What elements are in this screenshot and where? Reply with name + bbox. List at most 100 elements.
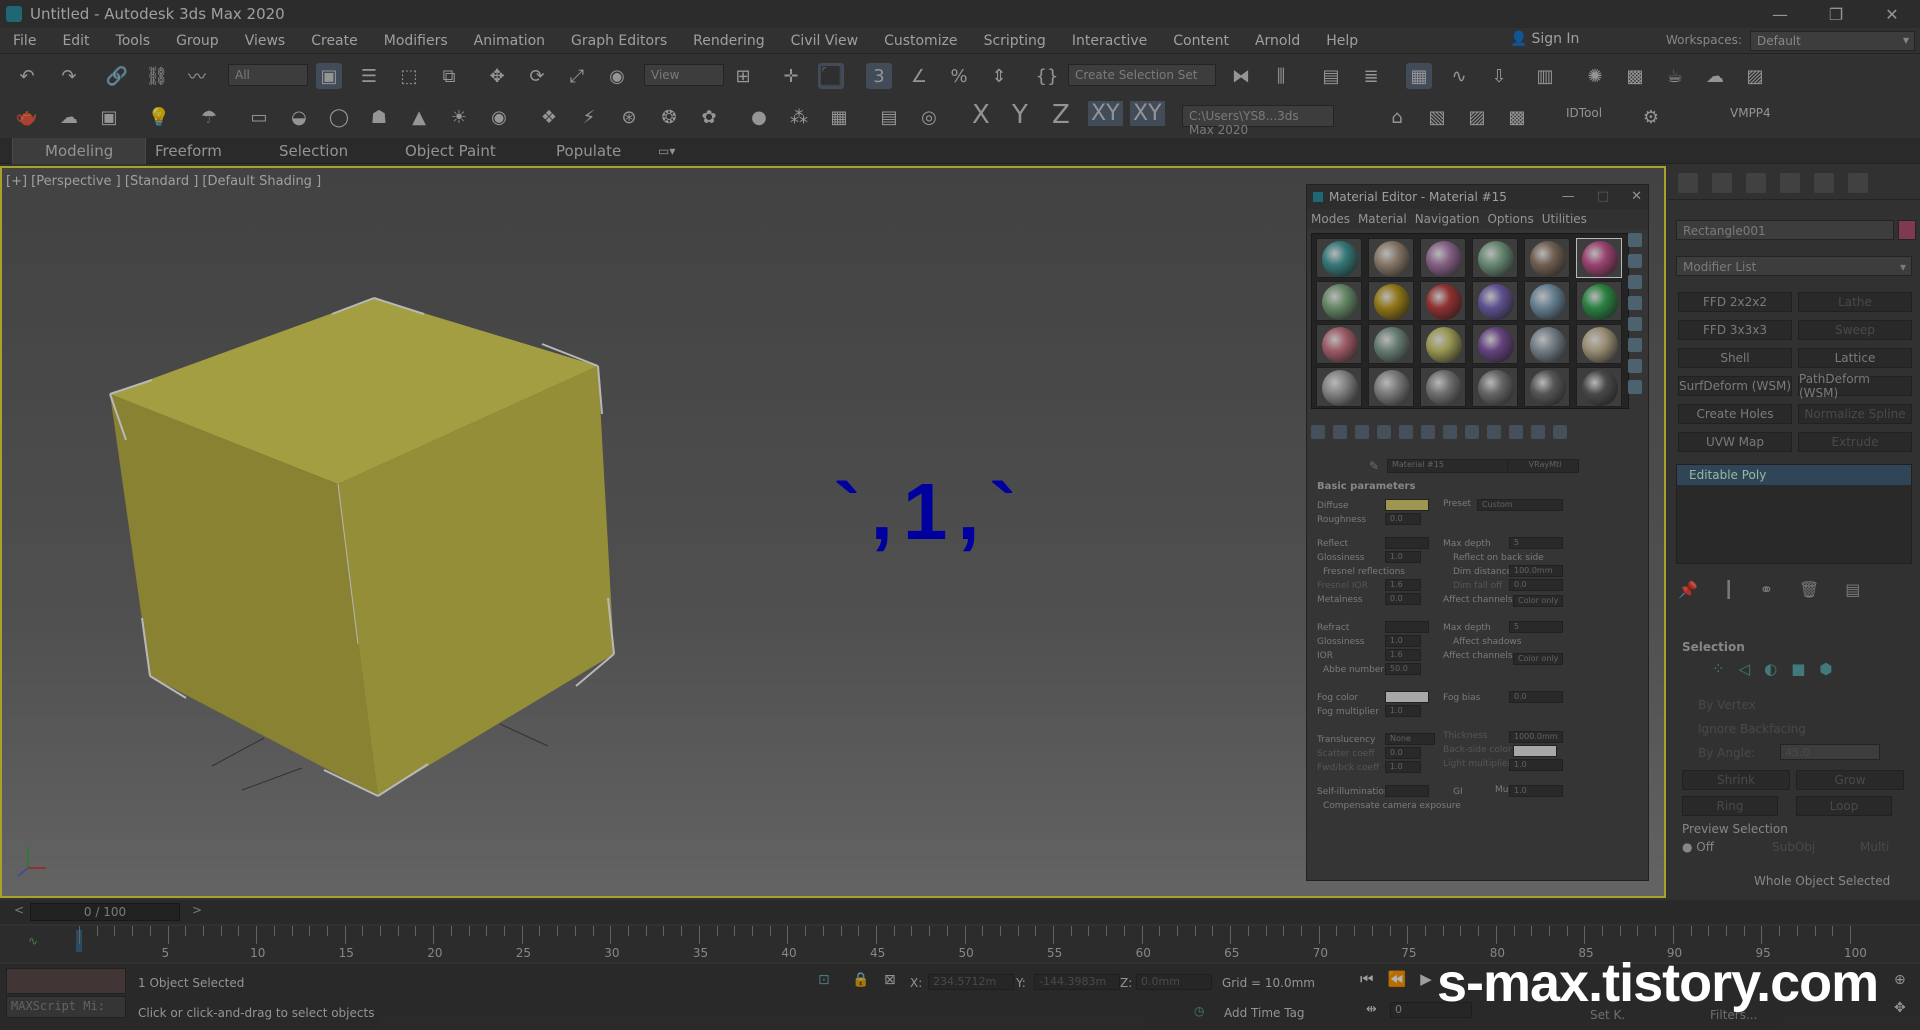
by-angle-field[interactable]: 45.0 [1780,744,1880,760]
reset-map-icon[interactable] [1377,425,1391,439]
material-name-field[interactable]: Material #15 [1387,459,1527,473]
absolute-mode-transform-icon[interactable]: ⊠ [884,972,896,988]
light-bulb-icon[interactable]: 💡 [146,104,172,130]
surfdeform-wsm-button[interactable]: SurfDeform (WSM) [1678,376,1792,396]
material-sample-slot[interactable] [1368,281,1414,321]
material-sample-slot[interactable] [1316,367,1362,407]
material-sample-slot[interactable] [1576,238,1622,278]
lattice-button[interactable]: Lattice [1798,348,1912,368]
time-slider-thumb[interactable]: 0 / 100 [30,903,180,921]
menu-views[interactable]: Views [232,33,299,49]
refract-glossiness-field[interactable]: 1.0 [1385,635,1421,647]
by-angle-checkbox[interactable]: By Angle: [1698,746,1755,760]
select-manipulate-icon[interactable]: ✛ [778,63,804,89]
ior-field[interactable]: 1.6 [1385,649,1421,661]
reflect-back-side-checkbox[interactable]: Reflect on back side [1453,553,1544,563]
maxscript-listener-top[interactable] [6,968,126,994]
abbe-number-field[interactable]: 50.0 [1385,663,1421,675]
eyedropper-icon[interactable]: ✎ [1369,459,1379,473]
minimize-button[interactable]: — [1752,0,1808,28]
project-folder-icon[interactable]: ⌂ [1384,104,1410,130]
options-icon[interactable] [1628,359,1642,373]
menu-rendering[interactable]: Rendering [680,33,778,49]
material-sample-slot[interactable] [1420,281,1466,321]
snaps-toggle-icon[interactable]: 3 [866,63,892,89]
close-button[interactable]: ✕ [1864,0,1920,28]
isolate-selection-icon[interactable]: ⊡ [818,972,830,988]
material-sample-slot[interactable] [1576,324,1622,364]
me-menu-options[interactable]: Options [1487,212,1533,226]
material-sample-slot[interactable] [1524,367,1570,407]
object-properties-icon[interactable]: ▤ [876,104,902,130]
make-preview-icon[interactable] [1628,338,1642,352]
edge-icon[interactable]: ◁ [1739,660,1751,678]
previous-key-icon[interactable]: ⏪ [1388,970,1407,988]
scatter-icon[interactable]: ✿ [696,104,722,130]
z-coordinate-field[interactable]: 0.0mm [1136,974,1212,990]
vertex-icon[interactable]: ⁘ [1712,660,1725,678]
redo-icon[interactable]: ↷ [56,63,82,89]
rendered-frame-window-icon[interactable]: ▩ [1622,63,1648,89]
menu-civil-view[interactable]: Civil View [778,33,871,49]
menu-scripting[interactable]: Scripting [971,33,1059,49]
vmpp4-button[interactable]: VMPP4 [1730,106,1771,120]
go-forward-sibling-icon[interactable] [1553,425,1567,439]
sphere-icon[interactable]: ● [746,104,772,130]
placement-icon[interactable]: ◉ [604,63,630,89]
me-minimize-button[interactable]: — [1562,189,1575,204]
border-icon[interactable]: ◐ [1764,660,1777,678]
render-iterative-icon[interactable]: ☁ [1702,63,1728,89]
make-unique-icon[interactable] [1421,425,1435,439]
zoom-extents-icon[interactable]: ⊕ [1894,972,1906,988]
diffuse-swatch[interactable] [1385,499,1429,511]
preset-dropdown[interactable]: Custom [1477,499,1563,511]
menu-modifiers[interactable]: Modifiers [371,33,461,49]
max-depth-field[interactable]: 5 [1509,537,1563,549]
menu-animation[interactable]: Animation [461,33,558,49]
object-name-field[interactable]: Rectangle001 [1676,220,1894,240]
sphere-light-icon[interactable]: ◒ [286,104,312,130]
fur-icon[interactable]: ⚡ [576,104,602,130]
workspace-dropdown[interactable]: Default ▾ [1750,31,1915,51]
material-editor-icon[interactable]: ▥ [1532,63,1558,89]
spinner-snap-icon[interactable]: ⇕ [986,63,1012,89]
maxscript-mini-listener[interactable]: MAXScript Mi: [6,996,126,1018]
fog-color-swatch[interactable] [1385,691,1429,703]
proxy-icon[interactable]: ❖ [536,104,562,130]
material-sample-slot[interactable] [1472,367,1518,407]
reflect-swatch[interactable] [1385,537,1429,549]
teapot-icon[interactable]: 🫖 [14,104,40,130]
bind-spacewarp-icon[interactable]: 〰 [184,63,210,89]
affect-shadows-checkbox[interactable]: Affect shadows [1453,637,1521,647]
archive-folder-icon[interactable]: ▩ [1504,104,1530,130]
remove-modifier-icon[interactable]: 🗑 [1799,580,1819,600]
lathe-button[interactable]: Lathe [1798,292,1912,312]
modifier-list-dropdown[interactable]: Modifier List ▾ [1676,256,1912,276]
axis-x-button[interactable]: X [972,100,990,130]
material-sample-slot[interactable] [1524,324,1570,364]
fog-bias-field[interactable]: 0.0 [1509,691,1563,703]
tab-populate[interactable]: Populate [556,142,621,160]
material-sample-slot[interactable] [1316,238,1362,278]
me-menu-navigation[interactable]: Navigation [1415,212,1480,226]
dim-distance-checkbox[interactable]: Dim distance [1453,567,1512,577]
previous-frame-icon[interactable]: < [14,903,24,917]
shell-button[interactable]: Shell [1678,348,1792,368]
show-end-result-icon[interactable] [1509,425,1523,439]
dim-fall-off-field[interactable]: 0.0 [1509,579,1563,591]
make-copy-icon[interactable] [1399,425,1413,439]
back-side-color-swatch[interactable] [1513,745,1557,757]
thickness-field[interactable]: 1000.0mm [1509,731,1563,743]
translucency-dropdown[interactable]: None [1385,733,1435,745]
maximize-button[interactable]: ❐ [1808,0,1864,28]
material-sample-slot[interactable] [1420,324,1466,364]
select-by-material-icon[interactable] [1628,380,1642,394]
vfb-icon[interactable]: ▦ [826,104,852,130]
uvw-map-button[interactable]: UVW Map [1678,432,1792,452]
axis-xy-toggle-button[interactable]: XY [1130,101,1165,126]
selection-rollout-header[interactable]: Selection [1682,640,1745,654]
glossiness-field[interactable]: 1.0 [1385,551,1421,563]
menu-arnold[interactable]: Arnold [1242,33,1313,49]
object-color-swatch[interactable] [1898,220,1916,240]
polygon-icon[interactable]: ■ [1791,660,1805,678]
